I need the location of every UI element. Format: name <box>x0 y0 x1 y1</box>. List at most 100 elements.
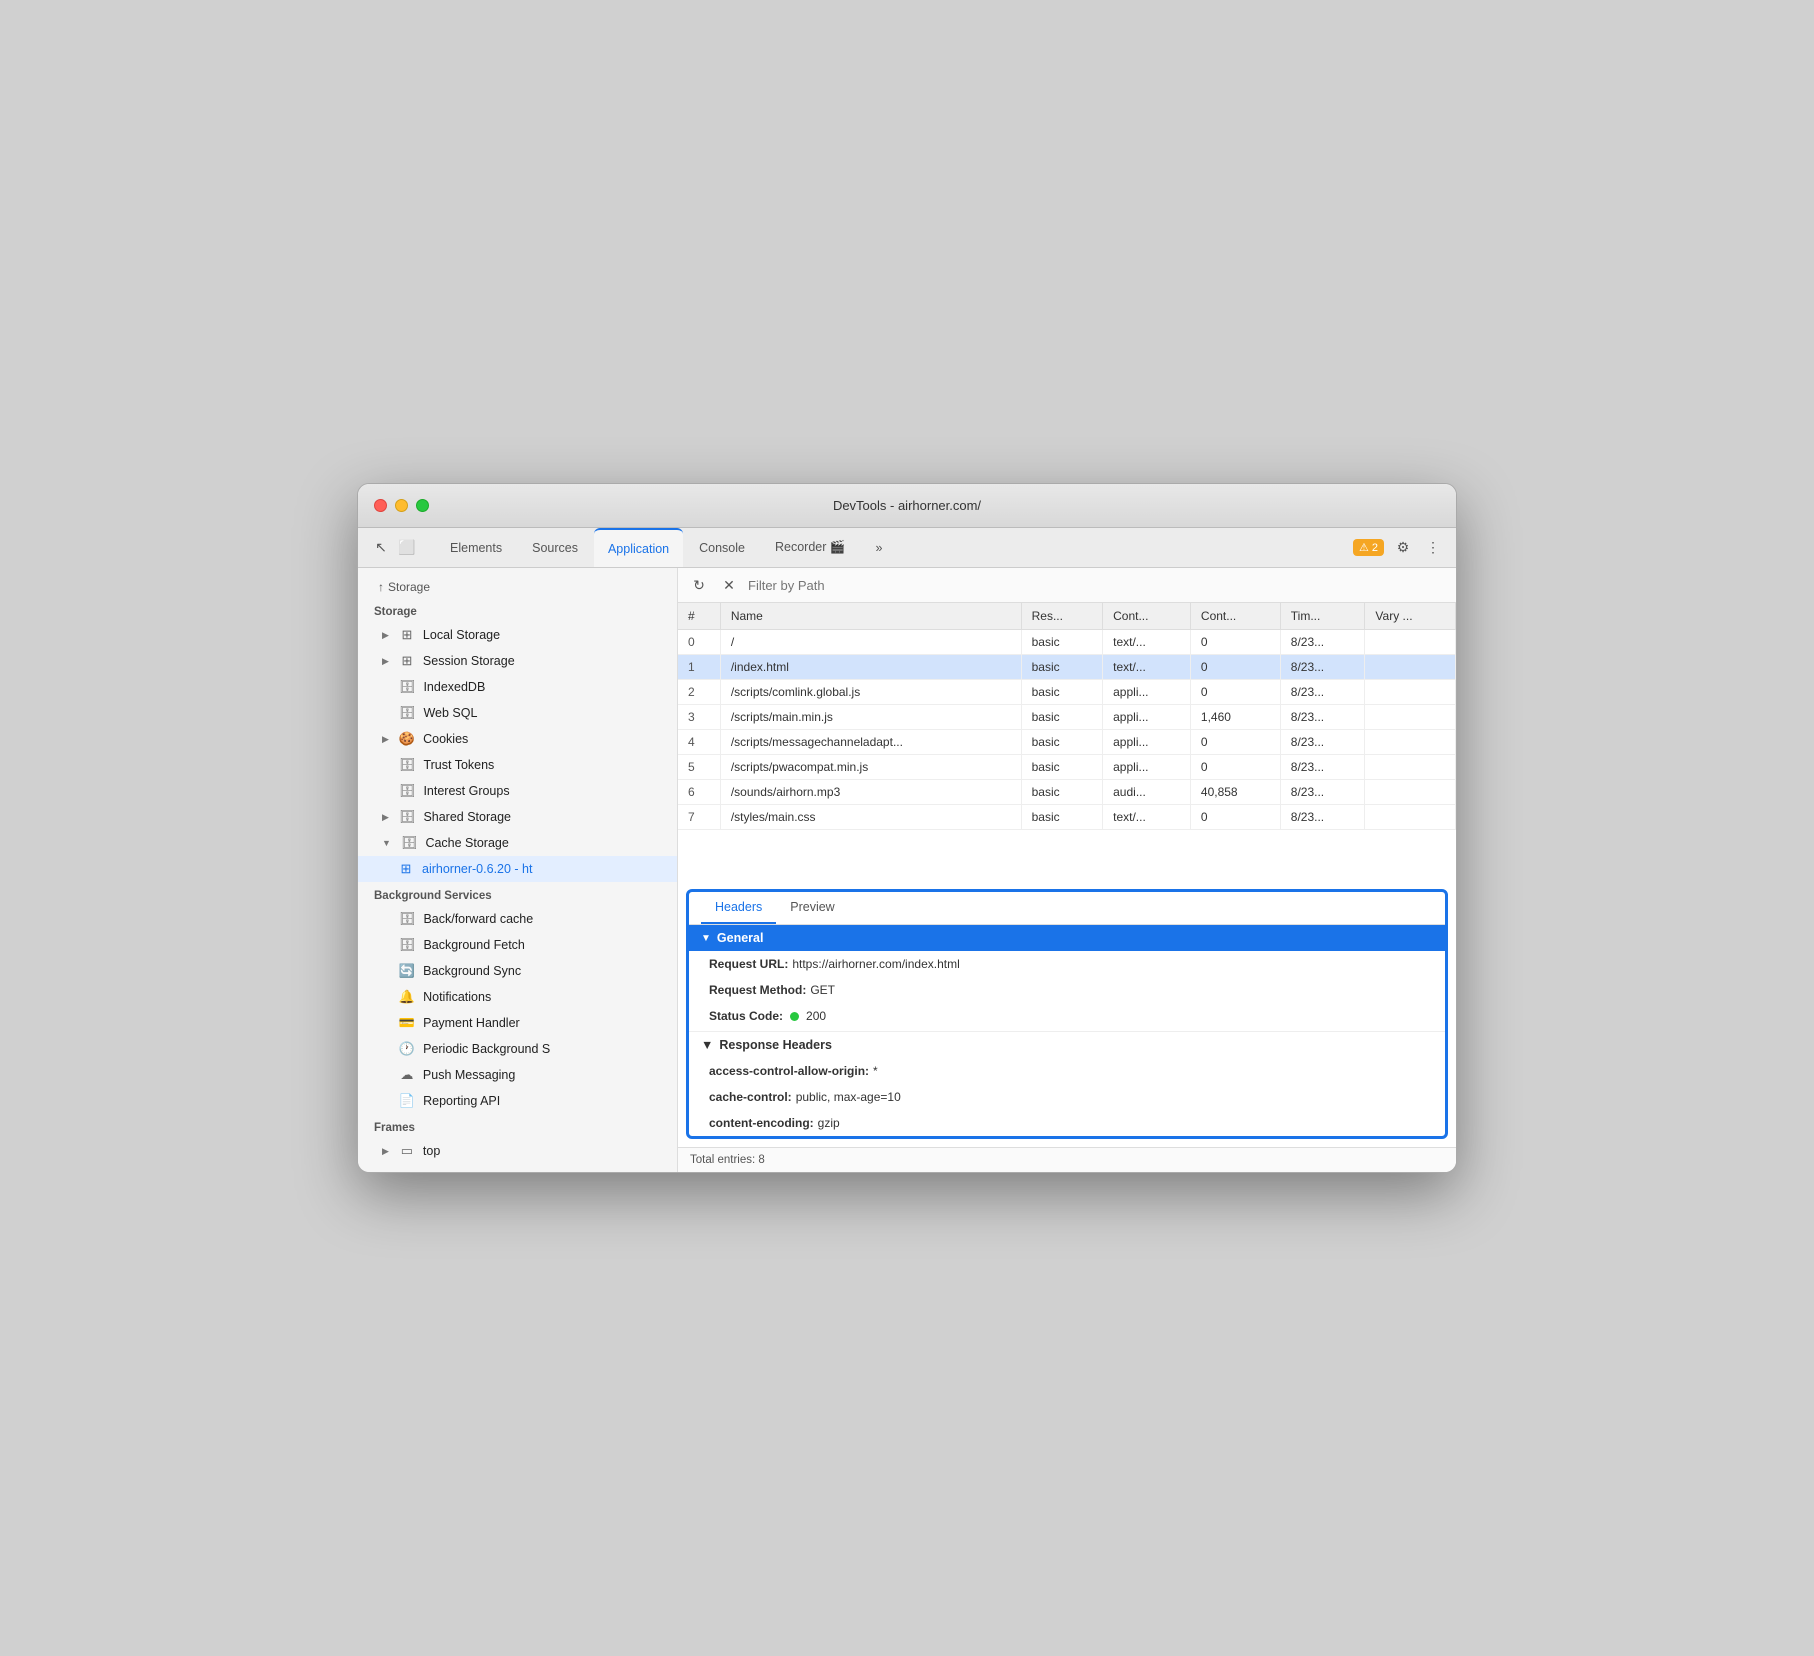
window-title: DevTools - airhorner.com/ <box>833 498 981 513</box>
table-scroll-container: # Name Res... Cont... Cont... Tim... Var… <box>678 603 1456 881</box>
cache-control-row: cache-control: public, max-age=10 <box>689 1084 1445 1110</box>
tab-sources[interactable]: Sources <box>518 528 592 567</box>
cell-num: 0 <box>678 630 720 655</box>
cell-num: 4 <box>678 730 720 755</box>
reporting-api-icon: 📄 <box>399 1093 415 1109</box>
cell-cont2: 1,460 <box>1190 705 1280 730</box>
tab-more[interactable]: » <box>861 528 896 567</box>
sidebar-item-payment-handler[interactable]: ▶ 💳 Payment Handler <box>358 1010 677 1036</box>
main-layout: ↑ Storage Storage ▶ ⊞ Local Storage ▶ ⊞ … <box>358 568 1456 1172</box>
back-forward-cache-icon: 🗄 <box>399 911 416 927</box>
table-row[interactable]: 5 /scripts/pwacompat.min.js basic appli.… <box>678 755 1456 780</box>
table-row[interactable]: 3 /scripts/main.min.js basic appli... 1,… <box>678 705 1456 730</box>
sidebar-item-trust-tokens[interactable]: ▶ 🗄 Trust Tokens <box>358 752 677 778</box>
sidebar-item-background-fetch[interactable]: ▶ 🗄 Background Fetch <box>358 932 677 958</box>
sidebar-item-airhorner[interactable]: ⊞ airhorner-0.6.20 - ht <box>358 856 677 882</box>
refresh-button[interactable]: ↻ <box>688 574 710 596</box>
cell-num: 7 <box>678 805 720 830</box>
tab-preview[interactable]: Preview <box>776 892 848 924</box>
general-section-header[interactable]: ▼ General <box>689 925 1445 951</box>
col-name: Name <box>720 603 1021 630</box>
tab-elements[interactable]: Elements <box>436 528 516 567</box>
cell-cont1: text/... <box>1103 805 1191 830</box>
sidebar-item-indexeddb[interactable]: ▶ 🗄 IndexedDB <box>358 674 677 700</box>
table-row[interactable]: 2 /scripts/comlink.global.js basic appli… <box>678 680 1456 705</box>
cell-name: /scripts/main.min.js <box>720 705 1021 730</box>
filter-input[interactable] <box>748 578 1446 593</box>
sidebar-item-cookies[interactable]: ▶ 🍪 Cookies <box>358 726 677 752</box>
response-headers-section[interactable]: ▼ Response Headers <box>689 1031 1445 1058</box>
airhorner-cache-icon: ⊞ <box>398 861 414 877</box>
payment-handler-label: Payment Handler <box>423 1016 520 1030</box>
cache-storage-icon: 🗄 <box>401 835 418 851</box>
panel-tabs: Headers Preview <box>689 892 1445 925</box>
cell-num: 1 <box>678 655 720 680</box>
storage-section-label: Storage <box>358 598 677 622</box>
table-row[interactable]: 0 / basic text/... 0 8/23... <box>678 630 1456 655</box>
table-row[interactable]: 1 /index.html basic text/... 0 8/23... <box>678 655 1456 680</box>
cache-table: # Name Res... Cont... Cont... Tim... Var… <box>678 603 1456 830</box>
cache-control-value: public, max-age=10 <box>796 1090 901 1104</box>
expand-arrow-icon: ▶ <box>382 630 389 641</box>
panel-content: ▼ General Request URL: https://airhorner… <box>689 925 1445 1136</box>
close-button[interactable] <box>374 499 387 512</box>
request-url-row: Request URL: https://airhorner.com/index… <box>689 951 1445 977</box>
sidebar-item-shared-storage[interactable]: ▶ 🗄 Shared Storage <box>358 804 677 830</box>
cell-cont2: 40,858 <box>1190 780 1280 805</box>
clear-button[interactable]: ✕ <box>718 574 740 596</box>
background-sync-label: Background Sync <box>423 964 521 978</box>
payment-handler-icon: 💳 <box>399 1015 415 1031</box>
cell-cont2: 0 <box>1190 730 1280 755</box>
cell-name: /styles/main.css <box>720 805 1021 830</box>
cell-time: 8/23... <box>1280 730 1365 755</box>
sidebar-item-notifications[interactable]: ▶ 🔔 Notifications <box>358 984 677 1010</box>
minimize-button[interactable] <box>395 499 408 512</box>
cell-cont1: appli... <box>1103 755 1191 780</box>
sidebar-item-interest-groups[interactable]: ▶ 🗄 Interest Groups <box>358 778 677 804</box>
shared-storage-icon: 🗄 <box>399 809 416 825</box>
main-content: ↻ ✕ # Name Res... Cont... Cont... Tim... <box>678 568 1456 1172</box>
cell-name: /index.html <box>720 655 1021 680</box>
sidebar-item-back-forward-cache[interactable]: ▶ 🗄 Back/forward cache <box>358 906 677 932</box>
total-entries: Total entries: 8 <box>678 1147 1456 1172</box>
cache-control-key: cache-control: <box>709 1090 792 1104</box>
tab-headers[interactable]: Headers <box>701 892 776 924</box>
sidebar-item-web-sql[interactable]: ▶ 🗄 Web SQL <box>358 700 677 726</box>
cell-vary <box>1365 705 1456 730</box>
tab-application[interactable]: Application <box>594 528 683 567</box>
expand-arrow-icon: ▶ <box>382 812 389 823</box>
table-row[interactable]: 7 /styles/main.css basic text/... 0 8/23… <box>678 805 1456 830</box>
sidebar-item-cache-storage[interactable]: ▼ 🗄 Cache Storage <box>358 830 677 856</box>
settings-icon[interactable]: ⚙ <box>1392 537 1414 559</box>
maximize-button[interactable] <box>416 499 429 512</box>
inspect-icon[interactable]: ⬜ <box>396 537 418 559</box>
cell-name: /scripts/pwacompat.min.js <box>720 755 1021 780</box>
warning-badge[interactable]: ⚠ 2 <box>1353 539 1384 556</box>
table-row[interactable]: 4 /scripts/messagechanneladapt... basic … <box>678 730 1456 755</box>
content-encoding-key: content-encoding: <box>709 1116 814 1130</box>
cell-time: 8/23... <box>1280 805 1365 830</box>
tab-console[interactable]: Console <box>685 528 759 567</box>
cell-num: 6 <box>678 780 720 805</box>
airhorner-label: airhorner-0.6.20 - ht <box>422 862 532 876</box>
sidebar-item-push-messaging[interactable]: ▶ ☁ Push Messaging <box>358 1062 677 1088</box>
more-options-icon[interactable]: ⋮ <box>1422 537 1444 559</box>
filter-bar: ↻ ✕ <box>678 568 1456 603</box>
sidebar-item-reporting-api[interactable]: ▶ 📄 Reporting API <box>358 1088 677 1114</box>
frame-icon: ▭ <box>399 1143 415 1159</box>
background-section-label: Background Services <box>358 882 677 906</box>
cursor-icon[interactable]: ↖ <box>370 537 392 559</box>
session-storage-label: Session Storage <box>423 654 515 668</box>
push-messaging-label: Push Messaging <box>423 1068 515 1082</box>
sidebar-item-background-sync[interactable]: ▶ 🔄 Background Sync <box>358 958 677 984</box>
sidebar-item-session-storage[interactable]: ▶ ⊞ Session Storage <box>358 648 677 674</box>
interest-groups-label: Interest Groups <box>423 784 509 798</box>
sidebar-item-local-storage[interactable]: ▶ ⊞ Local Storage <box>358 622 677 648</box>
table-row[interactable]: 6 /sounds/airhorn.mp3 basic audi... 40,8… <box>678 780 1456 805</box>
tab-recorder[interactable]: Recorder 🎬 <box>761 528 859 567</box>
cell-res: basic <box>1021 630 1103 655</box>
sidebar-item-periodic-background[interactable]: ▶ 🕐 Periodic Background S <box>358 1036 677 1062</box>
status-code-value: 200 <box>806 1009 826 1023</box>
cache-storage-label: Cache Storage <box>425 836 508 850</box>
sidebar-item-top-frame[interactable]: ▶ ▭ top <box>358 1138 677 1164</box>
